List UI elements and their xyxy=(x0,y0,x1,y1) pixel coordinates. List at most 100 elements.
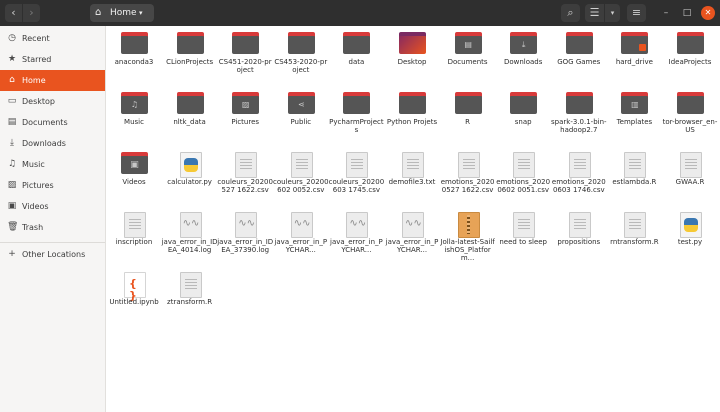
file-item[interactable]: hard_drive xyxy=(606,28,662,86)
file-item[interactable]: Desktop xyxy=(384,28,440,86)
sidebar-item-trash[interactable]: 🗑 Trash xyxy=(0,217,105,238)
file-name: Python Projets xyxy=(386,118,438,126)
file-item[interactable]: ∿∿ java_error_in_PYCHAR... xyxy=(273,208,329,266)
folder-icon xyxy=(454,92,482,114)
file-item[interactable]: ▣ Videos xyxy=(106,148,162,206)
sidebar-item-desktop[interactable]: ▭ Desktop xyxy=(0,91,105,112)
file-item[interactable]: ∿∿ java_error_in_PYCHAR... xyxy=(328,208,384,266)
home-icon: ⌂ xyxy=(95,7,102,18)
file-item[interactable]: emotions_20200603 1746.csv xyxy=(551,148,607,206)
file-item[interactable]: nltk_data xyxy=(162,88,218,146)
file-item[interactable]: ∿∿ java_error_in_PYCHAR... xyxy=(384,208,440,266)
sidebar-item-documents[interactable]: ▤ Documents xyxy=(0,112,105,133)
file-item[interactable]: CLionProjects xyxy=(162,28,218,86)
minimize-button[interactable]: – xyxy=(659,6,673,20)
sidebar-item-label: Starred xyxy=(22,55,52,64)
text-file-icon xyxy=(235,152,258,178)
search-button[interactable]: ⌕ xyxy=(561,4,580,22)
file-name: demofile3.txt xyxy=(388,178,436,186)
file-item[interactable]: couleurs_20200527 1622.csv xyxy=(217,148,273,206)
file-item[interactable]: estlambda.R xyxy=(606,148,662,206)
file-item[interactable]: spark-3.0.1-bin-hadoop2.7 xyxy=(551,88,607,146)
forward-button[interactable]: › xyxy=(23,4,40,22)
text-file-icon xyxy=(290,152,313,178)
sidebar-item-home[interactable]: ⌂ Home xyxy=(0,70,105,91)
view-toggle-button[interactable]: ☰ xyxy=(585,4,604,22)
file-name: java_error_in_PYCHAR... xyxy=(274,238,328,254)
file-item[interactable]: couleurs_20200602 0052.csv xyxy=(273,148,329,206)
view-options-button[interactable]: ▾ xyxy=(605,4,620,22)
notebook-file-icon: { } xyxy=(124,272,146,302)
file-item[interactable]: ∿∿ java_error_in_IDEA_4014.log xyxy=(162,208,218,266)
folder-emblem-icon xyxy=(677,38,704,52)
sidebar-item-music[interactable]: ♫ Music xyxy=(0,154,105,175)
file-item[interactable]: inscription xyxy=(106,208,162,266)
file-item[interactable]: ▨ Pictures xyxy=(217,88,273,146)
file-item[interactable]: anaconda3 xyxy=(106,28,162,86)
sidebar-item-label: Music xyxy=(22,160,45,169)
file-name: hard_drive xyxy=(615,58,653,66)
file-name: IdeaProjects xyxy=(668,58,712,66)
file-item[interactable]: data xyxy=(328,28,384,86)
sidebar-item-videos[interactable]: ▣ Videos xyxy=(0,196,105,217)
file-name: java_error_in_IDEA_4014.log xyxy=(161,238,218,254)
text-file-icon xyxy=(346,152,369,178)
sidebar-item-pictures[interactable]: ▨ Pictures xyxy=(0,175,105,196)
file-item[interactable]: couleurs_20200603 1745.csv xyxy=(328,148,384,206)
file-name: Public xyxy=(290,118,312,126)
file-item[interactable]: snap xyxy=(495,88,551,146)
folder-icon xyxy=(621,32,649,54)
path-bar-home-button[interactable]: ⌂ Home ▾ xyxy=(90,4,154,22)
folder-emblem-icon: ▣ xyxy=(130,160,139,170)
file-item[interactable]: test.py xyxy=(662,208,718,266)
file-item[interactable]: demofile3.txt xyxy=(384,148,440,206)
file-item[interactable]: ♫ Music xyxy=(106,88,162,146)
file-item[interactable]: propositions xyxy=(551,208,607,266)
sidebar-item-other-locations[interactable]: + Other Locations xyxy=(0,244,105,265)
sidebar-item-recent[interactable]: ◷ Recent xyxy=(0,28,105,49)
close-button[interactable]: ✕ xyxy=(701,6,715,20)
file-item[interactable]: need to sleep xyxy=(495,208,551,266)
file-item[interactable]: ∿∿ java_error_in_IDEA_37390.log xyxy=(217,208,273,266)
file-item[interactable]: calculator.py xyxy=(162,148,218,206)
file-item[interactable]: emotions_20200602 0051.csv xyxy=(495,148,551,206)
folder-emblem-icon xyxy=(343,98,370,112)
file-item[interactable]: CS451-2020-project xyxy=(217,28,273,86)
file-item[interactable]: ⤓ Downloads xyxy=(495,28,551,86)
folder-emblem-icon xyxy=(566,38,593,52)
home-icon: ⌂ xyxy=(9,75,15,85)
file-item[interactable]: ▤ Documents xyxy=(440,28,496,86)
file-item[interactable]: Jolla-latest-SailfishOS_Platform... xyxy=(440,208,496,266)
sidebar-item-label: Recent xyxy=(22,34,50,43)
file-item[interactable]: tor-browser_en-US xyxy=(662,88,718,146)
folder-emblem-icon xyxy=(232,38,259,52)
file-item[interactable]: rntransform.R xyxy=(606,208,662,266)
minimize-icon: – xyxy=(663,8,669,18)
file-item[interactable]: GWAA.R xyxy=(662,148,718,206)
file-item[interactable]: GOG Games xyxy=(551,28,607,86)
python-file-icon xyxy=(680,212,702,238)
back-button[interactable]: ‹ xyxy=(5,4,22,22)
file-name: propositions xyxy=(557,238,601,246)
log-file-icon: ∿∿ xyxy=(235,212,258,238)
main-menu-button[interactable]: ≡ xyxy=(627,4,646,22)
archive-file-icon xyxy=(457,212,480,238)
file-item[interactable]: ▥ Templates xyxy=(606,88,662,146)
file-item[interactable]: Python Projets xyxy=(384,88,440,146)
folder-emblem-icon xyxy=(566,98,593,112)
sidebar-item-starred[interactable]: ★ Starred xyxy=(0,49,105,70)
text-file-icon xyxy=(624,152,647,178)
folder-emblem-icon: ▥ xyxy=(631,100,639,109)
file-item[interactable]: { } Untitled.ipynb xyxy=(106,268,162,326)
file-item[interactable]: IdeaProjects xyxy=(662,28,718,86)
maximize-button[interactable]: □ xyxy=(680,6,694,20)
file-item[interactable]: PycharmProjects xyxy=(328,88,384,146)
folder-icon: ♫ xyxy=(121,92,148,114)
file-item[interactable]: R xyxy=(440,88,496,146)
sidebar-item-downloads[interactable]: ⤓ Downloads xyxy=(0,133,105,154)
file-item[interactable]: CS453-2020-project xyxy=(273,28,329,86)
file-item[interactable]: ⋖ Public xyxy=(273,88,329,146)
file-item[interactable]: ztransform.R xyxy=(162,268,218,326)
download-icon: ⤓ xyxy=(10,138,14,148)
file-item[interactable]: emotions_20200527 1622.csv xyxy=(440,148,496,206)
